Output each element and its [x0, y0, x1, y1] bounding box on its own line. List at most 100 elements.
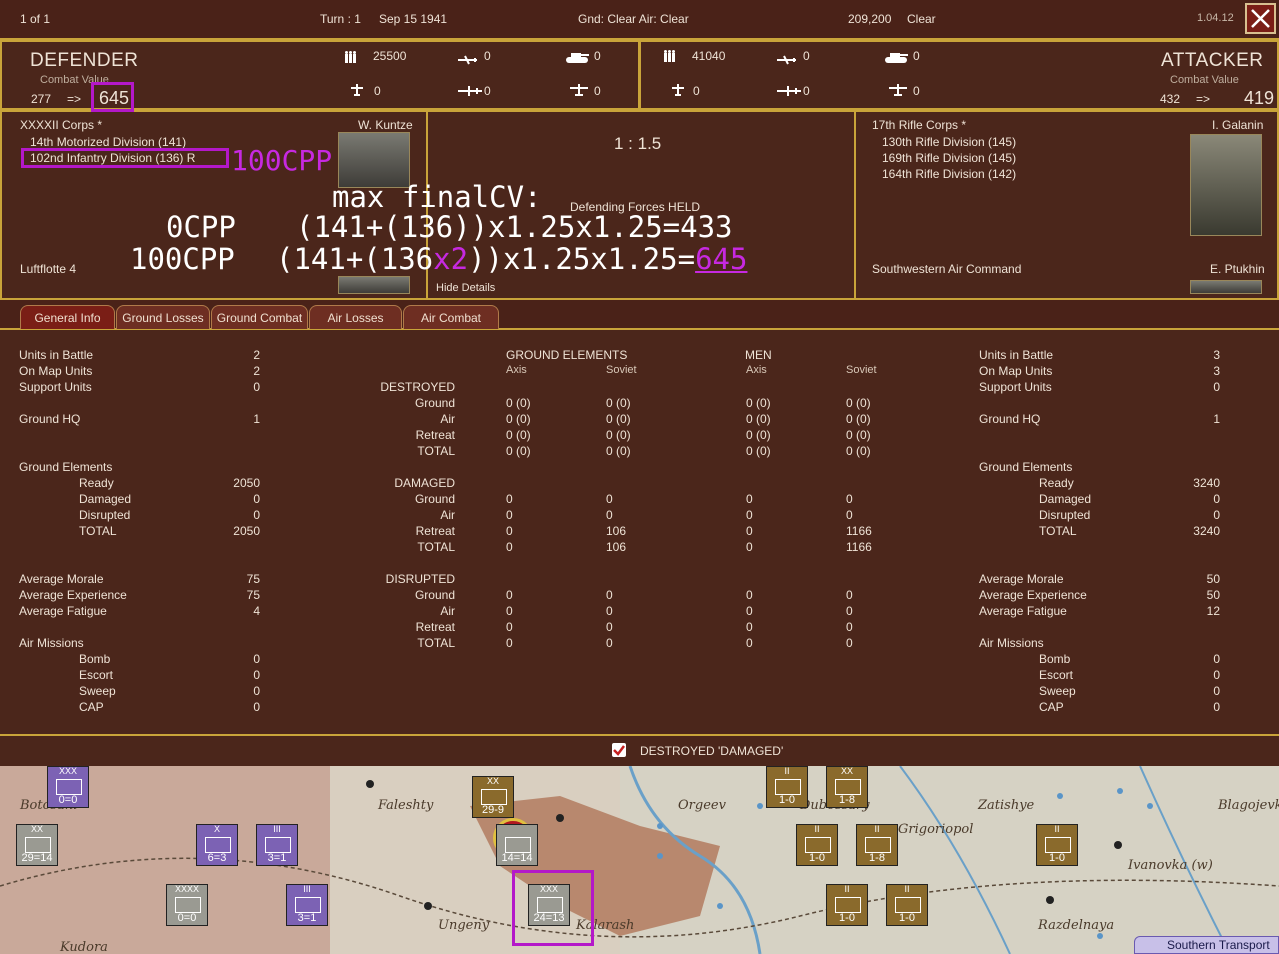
losses-cell: 0 [506, 524, 513, 538]
date-label: Sep 15 1941 [379, 12, 448, 26]
unit-type-icon [265, 837, 291, 853]
tab-air-losses[interactable]: Air Losses [309, 305, 402, 329]
unit-size: II [784, 766, 790, 776]
losses-header-axis-ge: Axis [506, 364, 527, 376]
stat-label: Sweep [79, 684, 116, 698]
losses-row-label: Ground [414, 588, 455, 602]
losses-section-header: DESTROYED [380, 380, 455, 394]
map-unit-counter[interactable]: II 1-8 [856, 824, 898, 866]
losses-row-label: Ground [414, 396, 455, 410]
tab-general-info[interactable]: General Info [20, 305, 115, 329]
attacker-cv-label: Combat Value [1170, 74, 1239, 86]
attacker-unit-1[interactable]: 130th Rifle Division (145) [882, 135, 1016, 149]
unit-type-icon [775, 779, 801, 795]
stat-label: Sweep [1039, 684, 1076, 698]
losses-cell: 0 [746, 588, 753, 602]
map-unit-counter[interactable]: III 3=1 [256, 824, 298, 866]
tab-air-combat[interactable]: Air Combat [403, 305, 499, 329]
stat-value: 0 [253, 652, 260, 666]
tab-ground-combat[interactable]: Ground Combat [211, 305, 308, 329]
unit-strength: 0=0 [177, 912, 197, 924]
losses-cell: 0 [606, 636, 613, 650]
stat-label: Ground HQ [979, 412, 1041, 426]
unit-type-icon [56, 779, 82, 795]
hide-details-button[interactable]: Hide Details [436, 282, 495, 294]
stat-value: 12 [1206, 604, 1220, 618]
losses-cell: 0 [846, 636, 853, 650]
losses-cell: 0 [746, 508, 753, 522]
losses-cell: 0 [746, 620, 753, 634]
unit-size: II [814, 824, 820, 834]
stat-label: CAP [79, 700, 104, 714]
unit-strength: 14=14 [501, 852, 533, 864]
map-unit-counter[interactable]: XXX 0=0 [47, 766, 89, 808]
defender-corps[interactable]: XXXXII Corps * [20, 118, 102, 132]
attacker-fighters: 0 [803, 49, 810, 63]
map-label-orgeev: Orgeev [678, 798, 726, 813]
fighter-icon [776, 52, 798, 65]
losses-cell: 1166 [846, 524, 872, 538]
losses-cell: 0 (0) [606, 412, 631, 426]
unit-size: X [213, 824, 220, 834]
unit-strength: 1-8 [839, 794, 855, 806]
losses-cell: 0 [746, 540, 753, 554]
map-unit-counter[interactable]: II 1-0 [796, 824, 838, 866]
losses-cell: 0 [606, 620, 613, 634]
stat-label: On Map Units [979, 364, 1053, 378]
map-unit-counter[interactable]: II 1-0 [826, 884, 868, 926]
losses-row-label: Retreat [415, 428, 455, 442]
losses-cell: 0 (0) [506, 444, 531, 458]
attacker-details: 17th Rifle Corps * I. Galanin 130th Rifl… [854, 110, 1279, 300]
losses-cell: 0 [846, 620, 853, 634]
losses-row-label: Air [440, 508, 455, 522]
map-unit-counter[interactable]: XX 29=14 [16, 824, 58, 866]
attacker-cv-base: 432 [1160, 92, 1181, 106]
losses-row-label: TOTAL [417, 540, 455, 554]
unit-strength: 1-0 [779, 794, 795, 806]
stat-label: Average Fatigue [979, 604, 1067, 618]
map-unit-counter[interactable]: XX 1-8 [826, 766, 868, 808]
unit-size: III [273, 824, 281, 834]
attacker-unit-3[interactable]: 164th Rifle Division (142) [882, 167, 1016, 181]
losses-row-label: Ground [414, 492, 455, 506]
map-unit-counter[interactable]: II 1-0 [766, 766, 808, 808]
losses-cell: 0 [506, 604, 513, 618]
unit-size: XX [30, 824, 43, 834]
defender-unit-1[interactable]: 14th Motorized Division (141) [30, 135, 186, 149]
defender-men: 25500 [373, 49, 407, 63]
losses-row-label: TOTAL [417, 636, 455, 650]
attacker-unit-2[interactable]: 169th Rifle Division (145) [882, 151, 1016, 165]
unit-size: XXXX [174, 884, 199, 894]
map-unit-counter[interactable]: XX 29-9 [472, 776, 514, 818]
defender-air-commander-portrait [338, 276, 410, 294]
map-unit-counter[interactable]: II 1-0 [1036, 824, 1078, 866]
losses-cell: 0 [506, 588, 513, 602]
map-unit-counter[interactable]: XXX 24=13 [528, 884, 570, 926]
destroyed-damaged-checkbox[interactable] [612, 743, 626, 757]
map-unit-counter[interactable]: 14=14 [496, 824, 538, 866]
close-button[interactable] [1245, 3, 1276, 34]
stat-value: 0 [1213, 668, 1220, 682]
tab-ground-losses[interactable]: Ground Losses [116, 305, 210, 329]
map-unit-counter[interactable]: III 3=1 [286, 884, 328, 926]
stat-value: 3 [1213, 348, 1220, 362]
stat-value: 0 [253, 668, 260, 682]
fighter-icon [457, 52, 479, 65]
losses-cell: 0 [506, 636, 513, 650]
stat-label: TOTAL [1039, 524, 1077, 538]
map-unit-counter[interactable]: X 6=3 [196, 824, 238, 866]
highlight-defender-unit [21, 148, 229, 168]
unit-strength: 1-0 [899, 912, 915, 924]
version-label: 1.04.12 [1197, 12, 1234, 24]
attacker-men: 41040 [692, 49, 726, 63]
destroyed-damaged-label: DESTROYED 'DAMAGED' [640, 744, 784, 758]
unit-strength: 29=14 [21, 852, 53, 864]
map-unit-counter[interactable]: II 1-0 [886, 884, 928, 926]
southern-transport-label: Southern Transport [1167, 938, 1270, 952]
unit-strength: 6=3 [207, 852, 227, 864]
attacker-corps[interactable]: 17th Rifle Corps * [872, 118, 966, 132]
southern-transport-button[interactable]: Southern Transport [1134, 936, 1279, 954]
page-indicator: 1 of 1 [20, 12, 51, 26]
bomber-icon [671, 83, 685, 96]
map-unit-counter[interactable]: XXXX 0=0 [166, 884, 208, 926]
